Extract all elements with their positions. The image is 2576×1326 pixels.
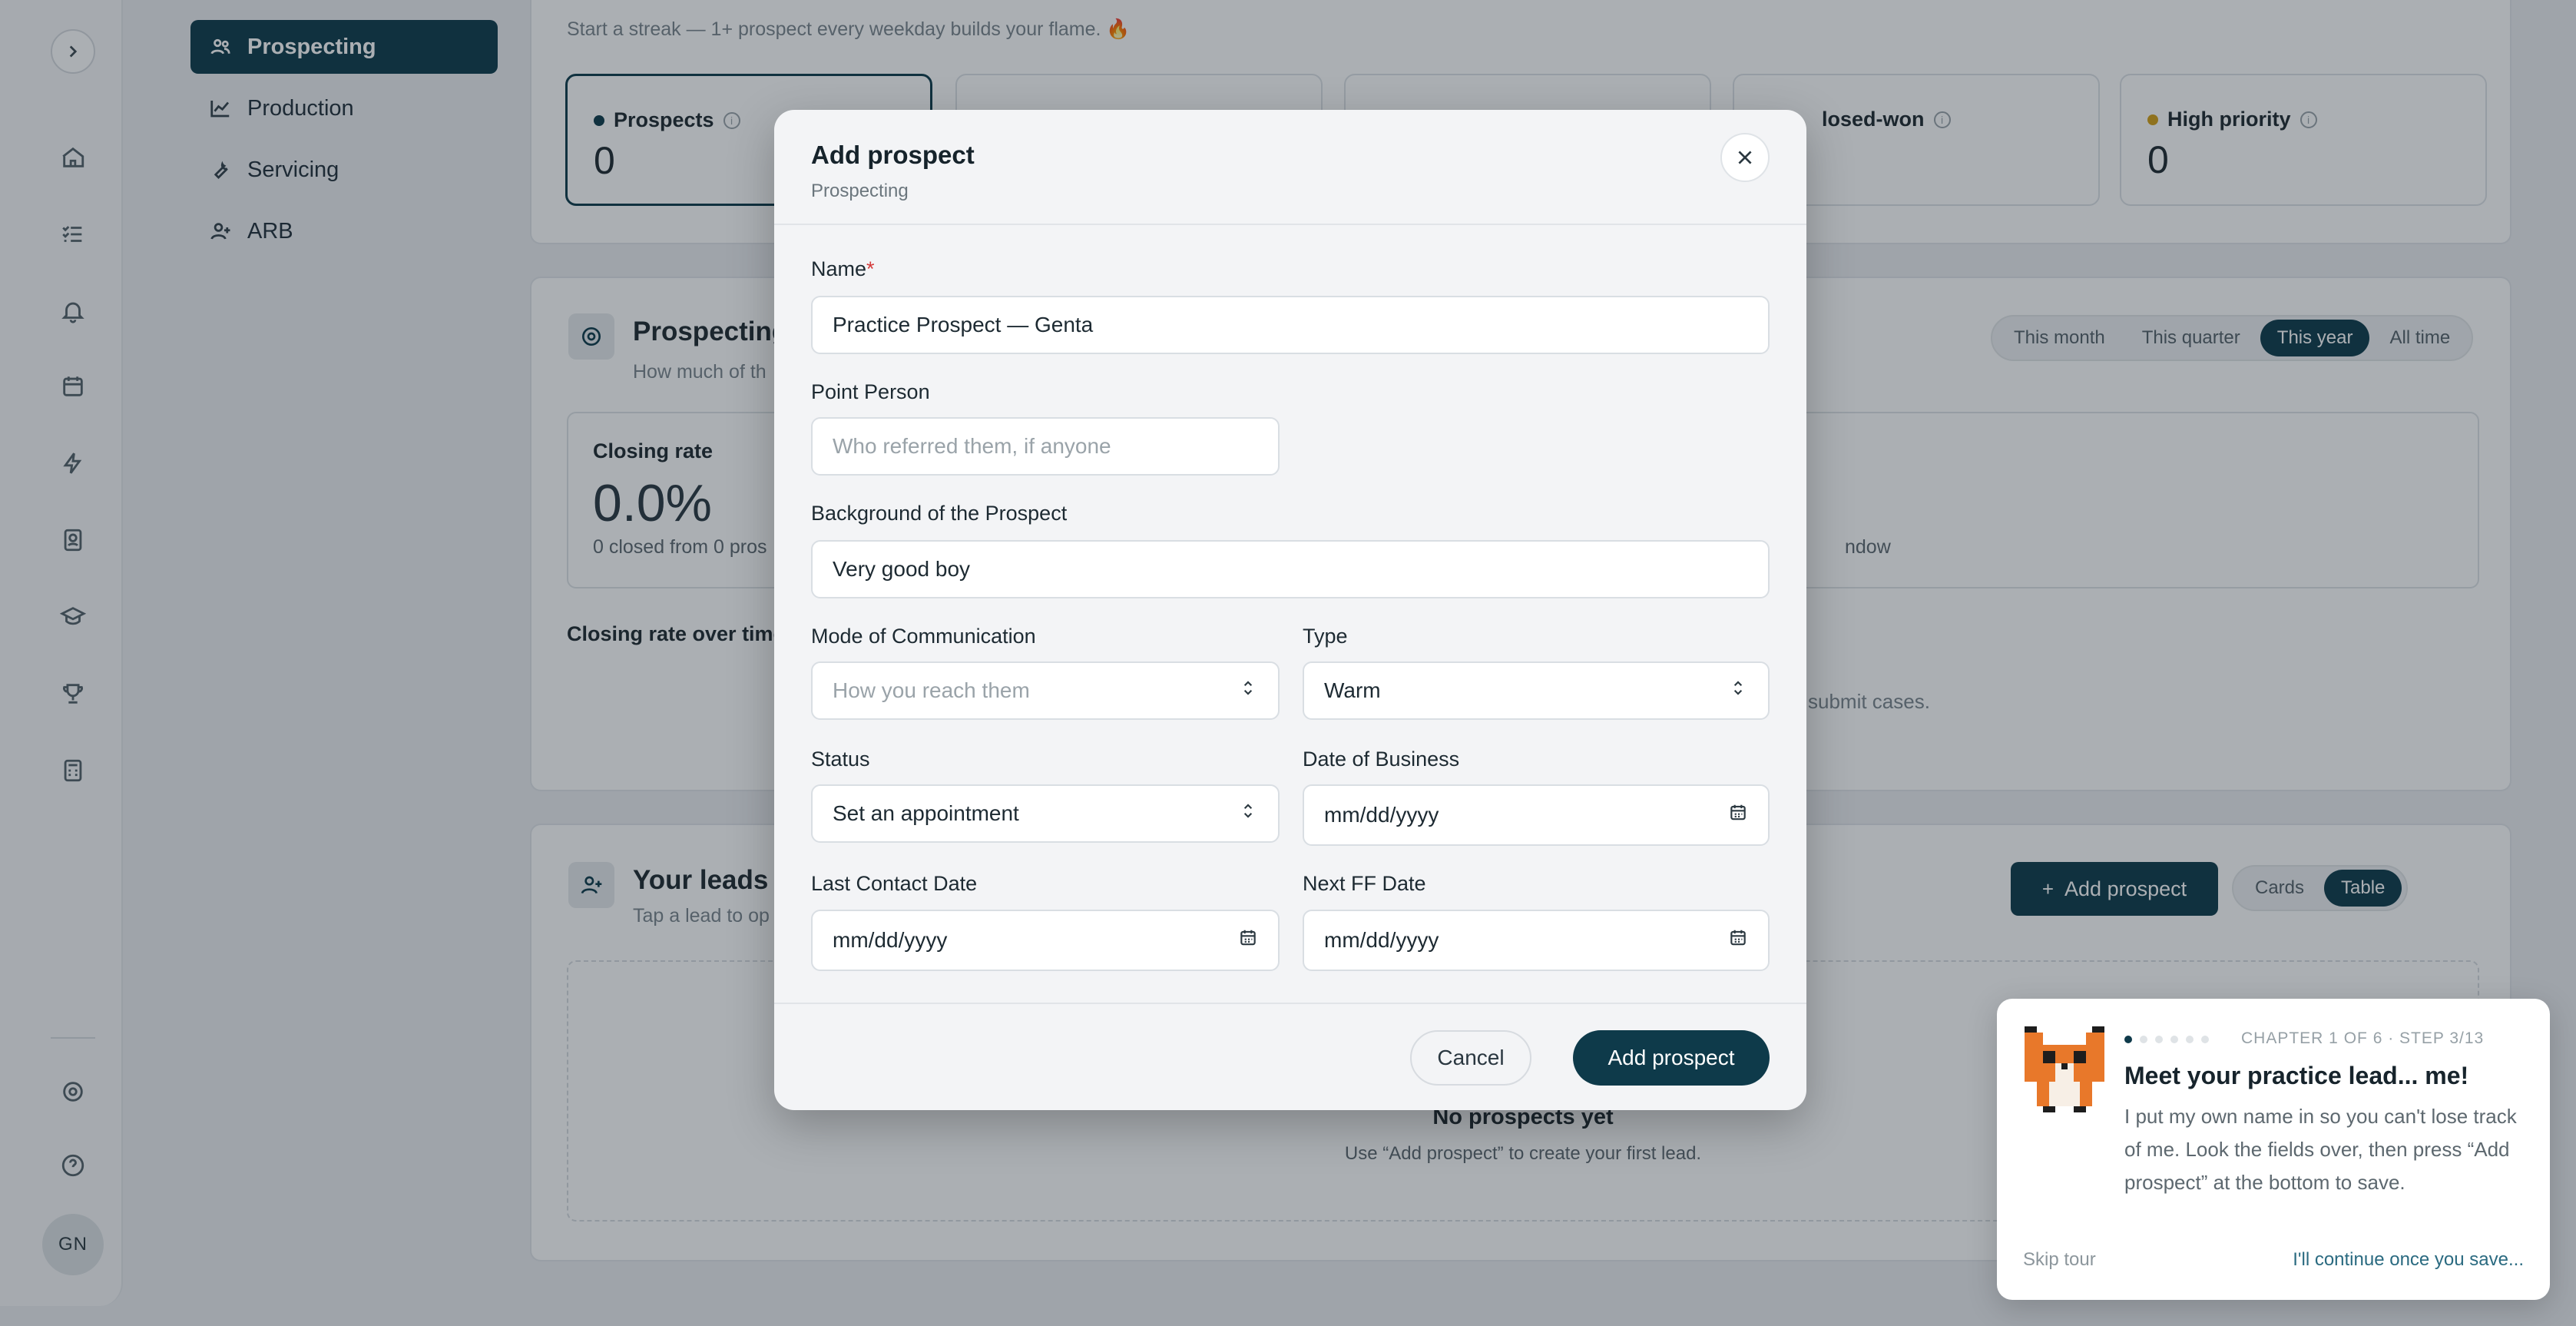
mode-select[interactable]: How you reach them bbox=[811, 661, 1280, 720]
tour-popover: CHAPTER 1 OF 6 · STEP 3/13 Meet your pra… bbox=[1997, 999, 2550, 1300]
date-placeholder: mm/dd/yyyy bbox=[1324, 803, 1439, 827]
tour-step-label: CHAPTER 1 OF 6 · STEP 3/13 bbox=[2241, 1029, 2485, 1047]
point-person-label: Point Person bbox=[811, 380, 930, 403]
chevron-up-down-icon bbox=[1238, 678, 1258, 704]
type-label: Type bbox=[1303, 625, 1348, 648]
dialog-title: Add prospect bbox=[811, 141, 975, 169]
next-ff-label: Next FF Date bbox=[1303, 872, 1426, 895]
tour-progress-dots bbox=[2124, 1036, 2209, 1043]
type-select[interactable]: Warm bbox=[1303, 661, 1770, 720]
add-prospect-submit-button[interactable]: Add prospect bbox=[1573, 1030, 1770, 1086]
date-placeholder: mm/dd/yyyy bbox=[833, 928, 948, 952]
calendar-icon[interactable] bbox=[1728, 803, 1748, 828]
status-label: Status bbox=[811, 748, 870, 771]
dialog-subtitle: Prospecting bbox=[811, 181, 909, 201]
last-contact-label: Last Contact Date bbox=[811, 872, 978, 895]
calendar-icon[interactable] bbox=[1728, 928, 1748, 953]
chevron-up-down-icon bbox=[1728, 678, 1748, 704]
date-of-business-label: Date of Business bbox=[1303, 748, 1460, 771]
date-of-business-input[interactable]: mm/dd/yyyy bbox=[1303, 784, 1770, 846]
dialog-footer: Cancel Add prospect bbox=[774, 1003, 1806, 1110]
required-marker: * bbox=[866, 257, 875, 280]
skip-tour-link[interactable]: Skip tour bbox=[2023, 1249, 2096, 1271]
status-select[interactable]: Set an appointment bbox=[811, 784, 1280, 843]
name-input[interactable]: Practice Prospect — Genta bbox=[811, 296, 1770, 354]
select-value: How you reach them bbox=[833, 678, 1030, 702]
dialog-header: Add prospect Prospecting bbox=[774, 110, 1806, 225]
tour-title: Meet your practice lead... me! bbox=[2124, 1062, 2469, 1089]
next-ff-input[interactable]: mm/dd/yyyy bbox=[1303, 910, 1770, 971]
calendar-icon[interactable] bbox=[1238, 928, 1258, 953]
background-label: Background of the Prospect bbox=[811, 502, 1068, 525]
point-person-input[interactable]: Who referred them, if anyone bbox=[811, 417, 1280, 476]
add-prospect-dialog: Add prospect Prospecting Name* Practice … bbox=[774, 110, 1806, 1110]
date-placeholder: mm/dd/yyyy bbox=[1324, 928, 1439, 952]
tour-continue-hint: I'll continue once you save... bbox=[2293, 1249, 2524, 1270]
select-value: Set an appointment bbox=[833, 801, 1019, 825]
tour-body: I put my own name in so you can't lose t… bbox=[2124, 1105, 2517, 1194]
chevron-up-down-icon bbox=[1238, 801, 1258, 827]
cancel-button[interactable]: Cancel bbox=[1410, 1030, 1531, 1086]
name-label: Name* bbox=[811, 257, 875, 280]
fox-mascot-icon bbox=[2025, 1026, 2104, 1112]
background-input[interactable]: Very good boy bbox=[811, 540, 1770, 598]
select-value: Warm bbox=[1324, 678, 1381, 702]
last-contact-input[interactable]: mm/dd/yyyy bbox=[811, 910, 1280, 971]
close-button[interactable] bbox=[1720, 133, 1770, 182]
mode-label: Mode of Communication bbox=[811, 625, 1036, 648]
close-icon bbox=[1738, 151, 1752, 164]
